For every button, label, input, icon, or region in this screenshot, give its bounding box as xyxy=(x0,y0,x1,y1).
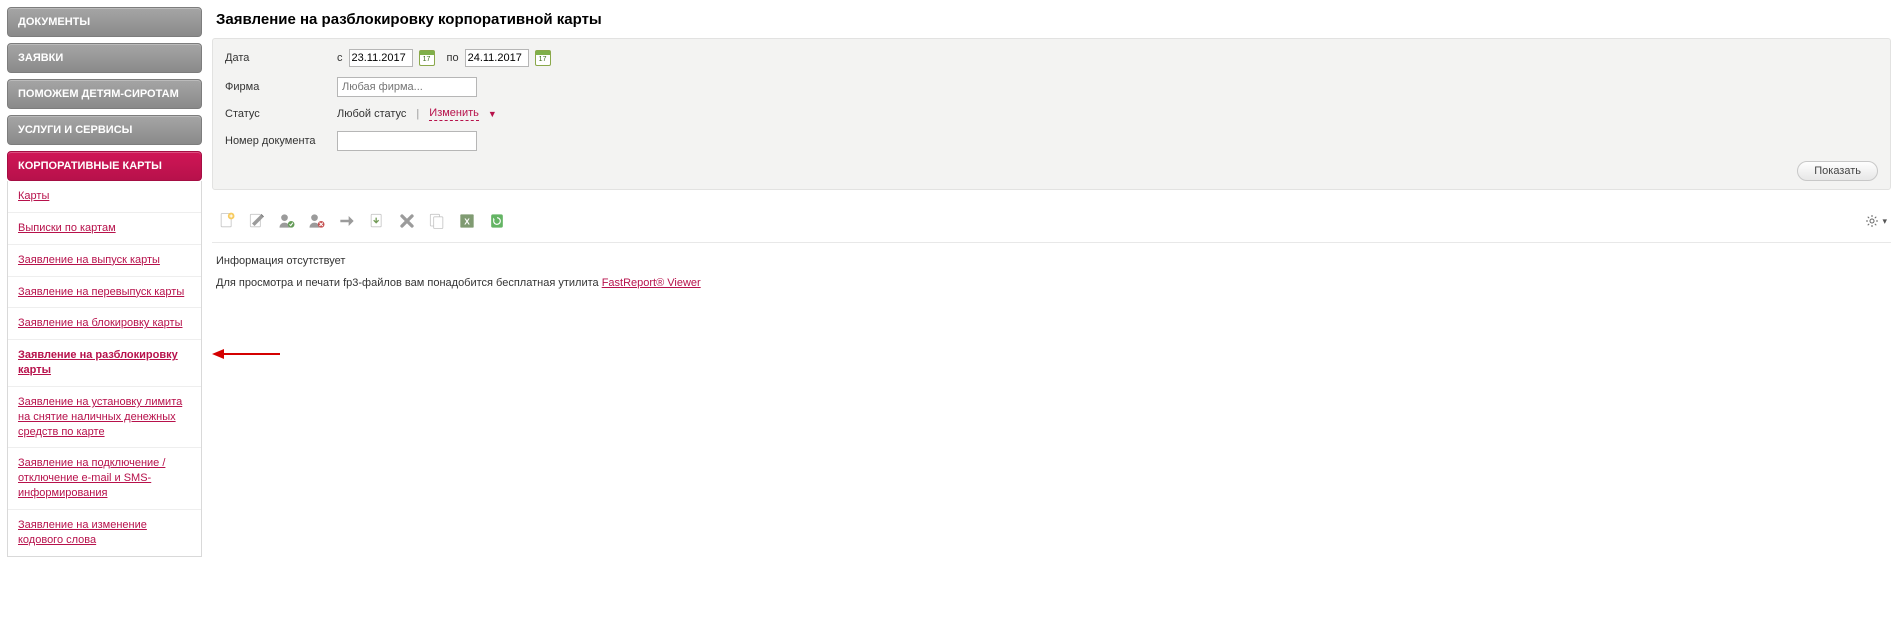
label-firm: Фирма xyxy=(225,81,337,93)
date-from-input[interactable] xyxy=(349,49,413,67)
unsign-icon[interactable] xyxy=(306,210,328,232)
status-change-link[interactable]: Изменить xyxy=(429,107,479,121)
nav-corporate-cards[interactable]: КОРПОРАТИВНЫЕ КАРТЫ xyxy=(7,151,202,181)
refresh-icon[interactable] xyxy=(486,210,508,232)
sign-icon[interactable] xyxy=(276,210,298,232)
empty-message: Информация отсутствует xyxy=(216,255,1887,267)
calendar-from-icon[interactable] xyxy=(419,50,435,66)
settings-button[interactable]: ▾ xyxy=(1864,213,1887,229)
label-status: Статус xyxy=(225,108,337,120)
send-icon[interactable] xyxy=(336,210,358,232)
label-docnum: Номер документа xyxy=(225,135,337,147)
sub-unblock[interactable]: Заявление на разблокировку карты xyxy=(8,339,201,386)
sub-block[interactable]: Заявление на блокировку карты xyxy=(8,307,201,339)
label-date: Дата xyxy=(225,52,337,64)
toolbar: X ▾ xyxy=(212,190,1891,243)
nav-requests[interactable]: ЗАЯВКИ xyxy=(7,43,202,73)
fastreport-link[interactable]: FastReport® Viewer xyxy=(602,277,701,289)
results-area: Информация отсутствует Для просмотра и п… xyxy=(216,255,1887,289)
sub-limit[interactable]: Заявление на установку лимита на снятие … xyxy=(8,386,201,448)
dropdown-triangle-icon: ▼ xyxy=(488,109,497,119)
nav-services[interactable]: УСЛУГИ И СЕРВИСЫ xyxy=(7,115,202,145)
main-content: Заявление на разблокировку корпоративной… xyxy=(202,0,1898,563)
sub-reissue[interactable]: Заявление на перевыпуск карты xyxy=(8,276,201,308)
svg-text:X: X xyxy=(464,216,470,226)
calendar-to-icon[interactable] xyxy=(535,50,551,66)
new-document-icon[interactable] xyxy=(216,210,238,232)
date-to-prefix: по xyxy=(447,52,459,64)
import-icon[interactable] xyxy=(366,210,388,232)
nav-help-orphans[interactable]: ПОМОЖЕМ ДЕТЯМ-СИРОТАМ xyxy=(7,79,202,109)
page-title: Заявление на разблокировку корпоративной… xyxy=(216,11,1891,28)
sidebar-submenu: Карты Выписки по картам Заявление на вып… xyxy=(7,181,202,557)
show-button[interactable]: Показать xyxy=(1797,161,1878,181)
sub-statements[interactable]: Выписки по картам xyxy=(8,212,201,244)
nav-documents[interactable]: ДОКУМЕНТЫ xyxy=(7,7,202,37)
docnum-input[interactable] xyxy=(337,131,477,151)
firm-input[interactable] xyxy=(337,77,477,97)
filter-panel: Дата с по Фирма Статус Люб xyxy=(212,38,1891,190)
export-excel-icon[interactable]: X xyxy=(456,210,478,232)
sub-notify[interactable]: Заявление на подключение / отключение e-… xyxy=(8,447,201,509)
sidebar: ДОКУМЕНТЫ ЗАЯВКИ ПОМОЖЕМ ДЕТЯМ-СИРОТАМ У… xyxy=(0,0,202,563)
status-value: Любой статус xyxy=(337,108,406,120)
edit-icon[interactable] xyxy=(246,210,268,232)
date-from-prefix: с xyxy=(337,52,343,64)
date-to-input[interactable] xyxy=(465,49,529,67)
sub-codeword[interactable]: Заявление на изменение кодового слова xyxy=(8,509,201,556)
gear-icon xyxy=(1864,213,1880,229)
sub-issue[interactable]: Заявление на выпуск карты xyxy=(8,244,201,276)
sub-cards[interactable]: Карты xyxy=(8,181,201,212)
copy-icon[interactable] xyxy=(426,210,448,232)
caret-down-icon: ▾ xyxy=(1882,216,1887,227)
status-separator: | xyxy=(416,108,419,120)
viewer-hint: Для просмотра и печати fp3-файлов вам по… xyxy=(216,277,1887,289)
delete-icon[interactable] xyxy=(396,210,418,232)
